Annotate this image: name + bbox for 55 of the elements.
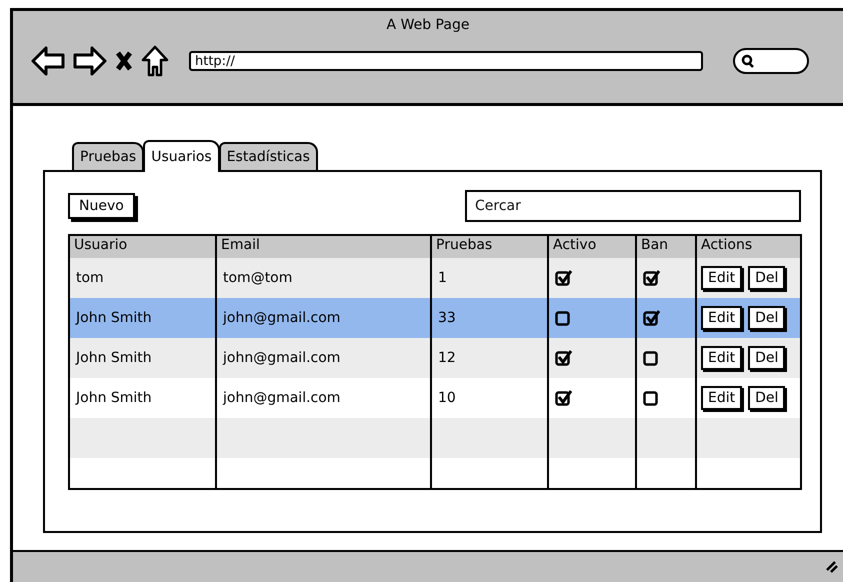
- window-title: A Web Page: [386, 17, 470, 33]
- table-cell: john@gmail.com: [223, 390, 340, 406]
- checkbox-icon[interactable]: [555, 309, 573, 327]
- checkbox-icon[interactable]: [643, 349, 661, 367]
- table-row[interactable]: tom tom@tom 1 Edit Del: [70, 258, 800, 298]
- selected-table-row[interactable]: John Smith john@gmail.com 33 Edit Del: [70, 298, 800, 338]
- column-header: Activo: [547, 236, 635, 258]
- home-icon: [141, 45, 169, 77]
- search-icon: [741, 54, 755, 68]
- table-cell: tom: [76, 270, 104, 286]
- column-header: Usuario: [70, 236, 215, 258]
- table-cell: tom@tom: [223, 270, 292, 286]
- forward-button[interactable]: [73, 46, 107, 76]
- checked-checkbox-icon[interactable]: [555, 269, 573, 287]
- delete-button[interactable]: Del: [748, 386, 786, 410]
- checked-checkbox-icon[interactable]: [643, 269, 661, 287]
- edit-button[interactable]: Edit: [701, 386, 742, 410]
- column-header: Actions: [695, 236, 800, 258]
- new-button[interactable]: Nuevo: [68, 193, 135, 219]
- column-header: Pruebas: [430, 236, 547, 258]
- delete-button[interactable]: Del: [748, 346, 786, 370]
- table-cell: John Smith: [76, 390, 152, 406]
- edit-button[interactable]: Edit: [701, 266, 742, 290]
- tab[interactable]: Pruebas: [72, 142, 144, 170]
- column-header: Email: [215, 236, 430, 258]
- left-arrow-icon: [31, 46, 65, 76]
- checked-checkbox-icon[interactable]: [555, 389, 573, 407]
- table-cell: 1: [438, 270, 447, 286]
- table-cell: john@gmail.com: [223, 310, 340, 326]
- table-cell: 10: [438, 390, 456, 406]
- checked-checkbox-icon[interactable]: [555, 349, 573, 367]
- right-arrow-icon: [73, 46, 107, 76]
- browser-search-field[interactable]: [733, 48, 809, 74]
- table-row[interactable]: John Smith john@gmail.com 12 Edit Del: [70, 338, 800, 378]
- search-field[interactable]: Cercar: [465, 190, 801, 222]
- close-icon: [115, 51, 133, 71]
- stop-button[interactable]: [115, 51, 133, 71]
- column-header: Ban: [635, 236, 695, 258]
- checkbox-icon[interactable]: [643, 389, 661, 407]
- address-field[interactable]: http://: [189, 51, 703, 71]
- back-button[interactable]: [31, 46, 65, 76]
- delete-button[interactable]: Del: [748, 266, 786, 290]
- delete-button[interactable]: Del: [748, 306, 786, 330]
- edit-button[interactable]: Edit: [701, 346, 742, 370]
- table-cell: john@gmail.com: [223, 350, 340, 366]
- tab[interactable]: Usuarios: [143, 140, 220, 172]
- table-cell: 33: [438, 310, 456, 326]
- resize-handle-icon[interactable]: [825, 560, 839, 574]
- home-button[interactable]: [141, 45, 169, 77]
- table-cell: John Smith: [76, 310, 152, 326]
- edit-button[interactable]: Edit: [701, 306, 742, 330]
- table-cell: John Smith: [76, 350, 152, 366]
- table-cell: 12: [438, 350, 456, 366]
- checked-checkbox-icon[interactable]: [643, 309, 661, 327]
- tab[interactable]: Estadísticas: [218, 142, 318, 170]
